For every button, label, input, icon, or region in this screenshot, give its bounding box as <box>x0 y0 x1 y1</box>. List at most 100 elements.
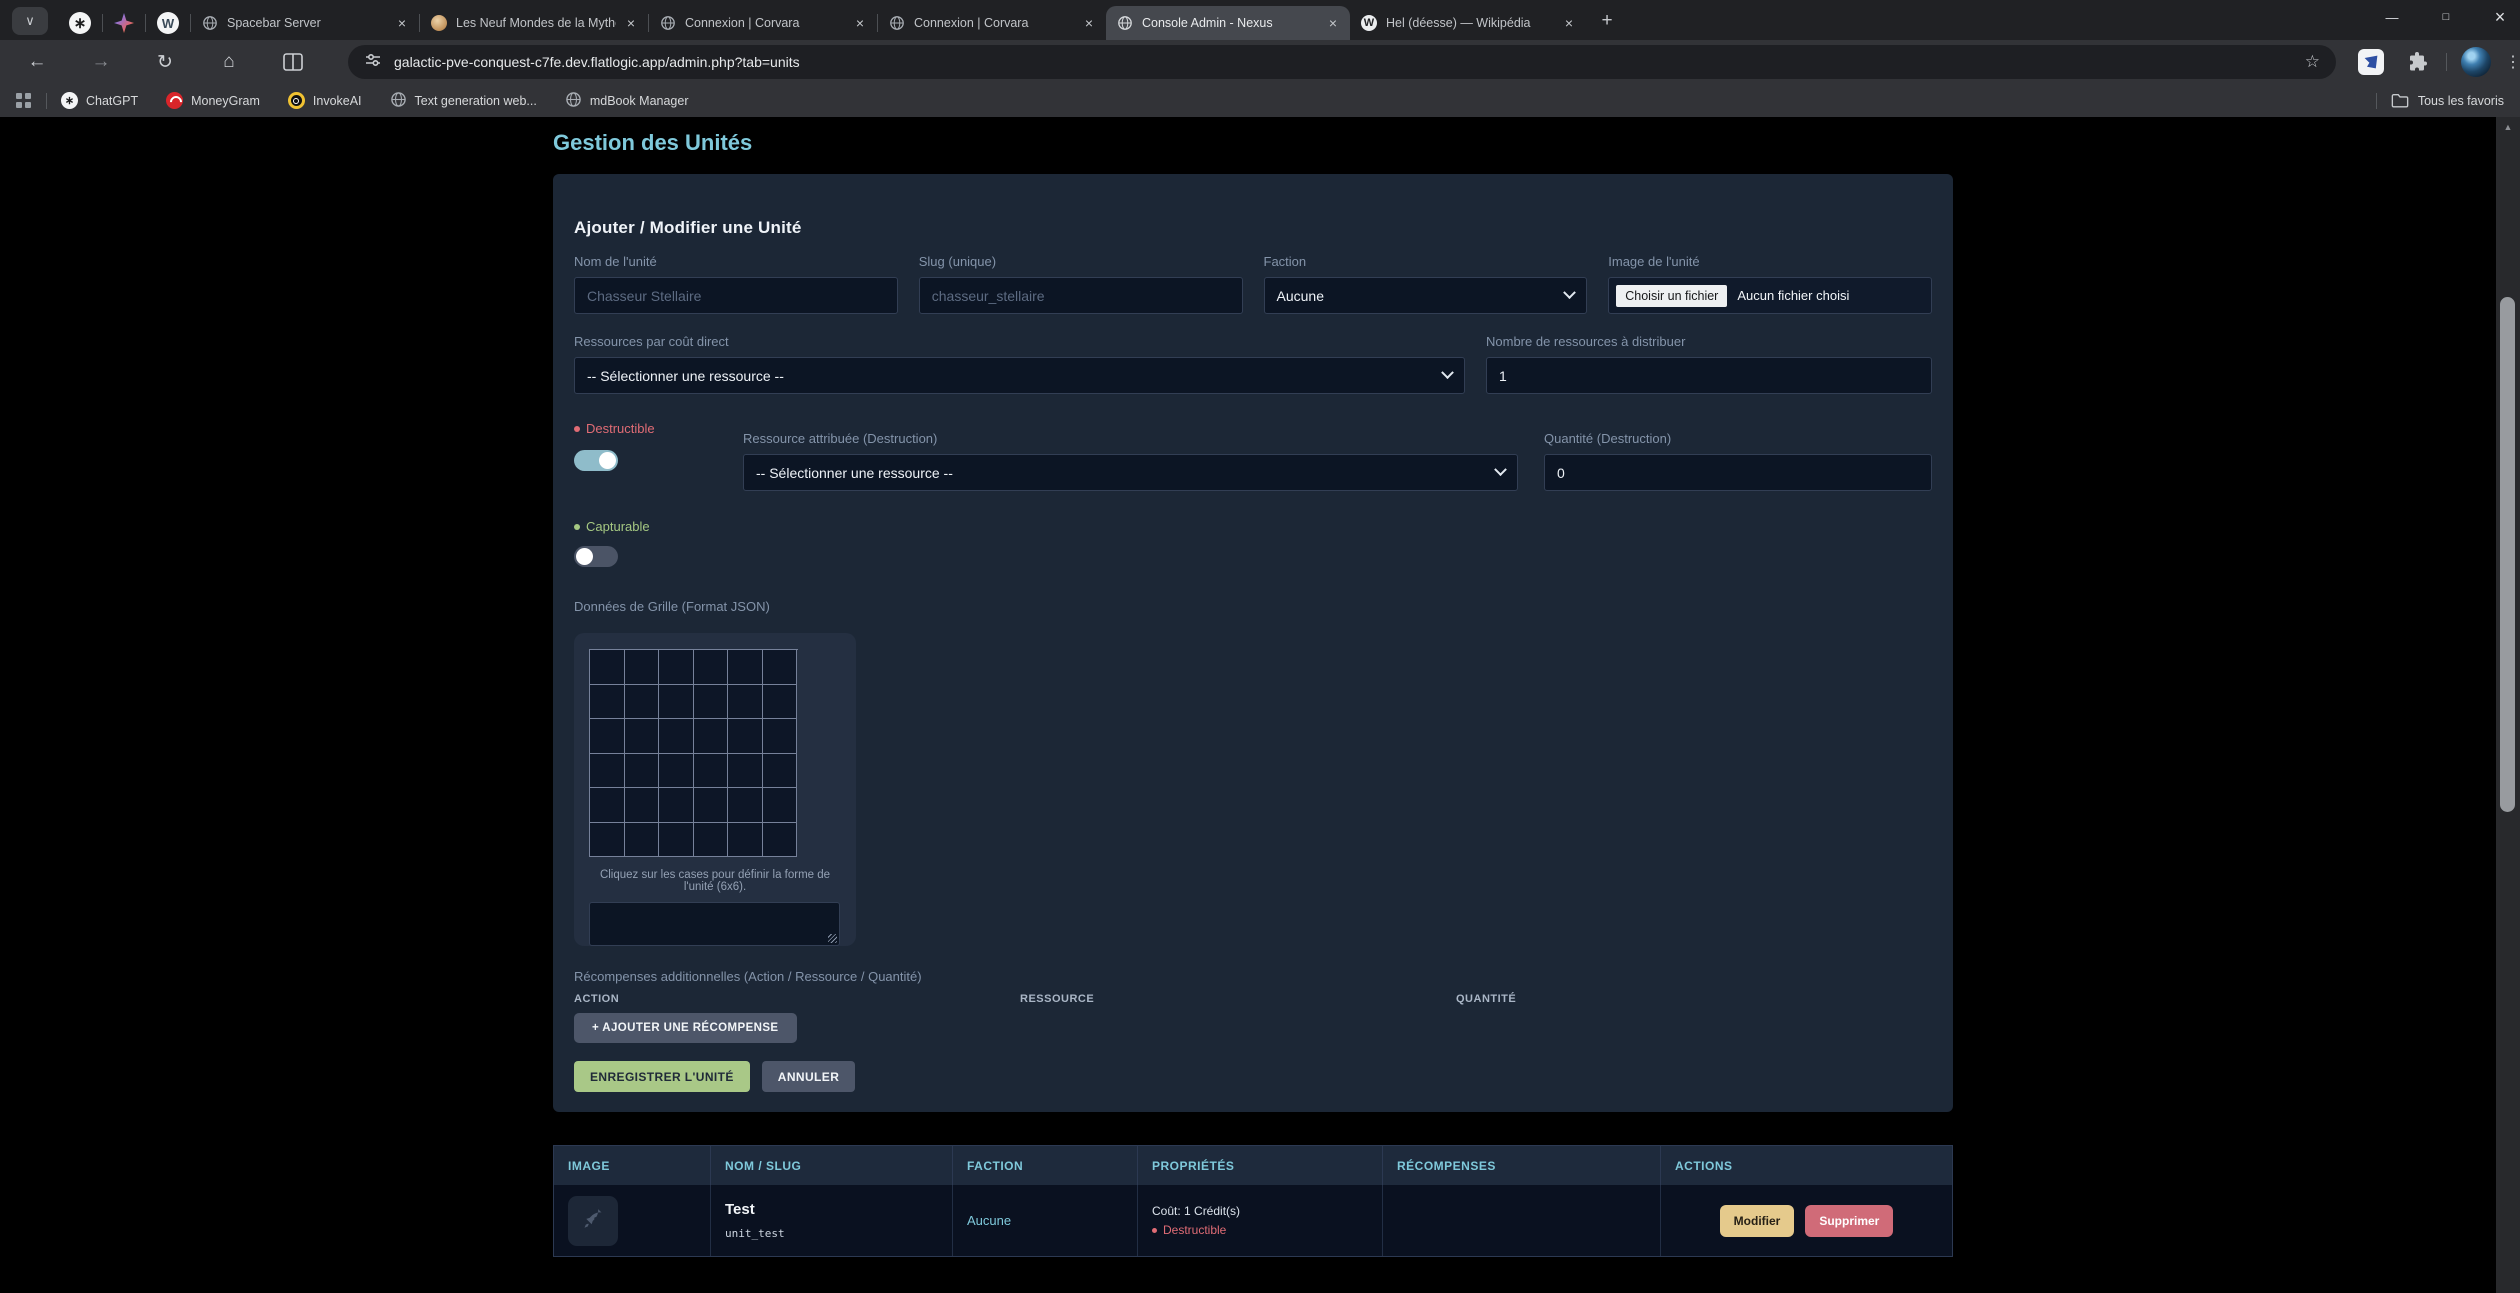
grid-cell[interactable] <box>625 685 660 720</box>
address-bar[interactable]: galactic-pve-conquest-c7fe.dev.flatlogic… <box>348 45 2336 79</box>
pinned-tab-wordpress[interactable]: W <box>146 6 190 40</box>
grid-cell[interactable] <box>590 685 625 720</box>
grid-cell[interactable] <box>728 788 763 823</box>
destructible-toggle[interactable] <box>574 450 618 471</box>
grid-cell[interactable] <box>728 719 763 754</box>
grid-cell[interactable] <box>694 685 729 720</box>
grid-cell[interactable] <box>590 788 625 823</box>
units-table: IMAGE NOM / SLUG FACTION PROPRIÉTÉS RÉCO… <box>553 1145 1953 1257</box>
browser-tab-connexion-1[interactable]: Connexion | Corvara × <box>649 6 877 40</box>
browser-tab-spacebar[interactable]: Spacebar Server × <box>191 6 419 40</box>
grid-cell[interactable] <box>659 719 694 754</box>
grid-cell[interactable] <box>590 650 625 685</box>
grid-cell[interactable] <box>590 719 625 754</box>
capturable-toggle[interactable] <box>574 546 618 567</box>
scrollbar-thumb[interactable] <box>2500 297 2515 812</box>
col-header-rewards: RÉCOMPENSES <box>1383 1146 1661 1185</box>
close-icon[interactable]: × <box>851 14 869 32</box>
bookmark-mdbook[interactable]: mdBook Manager <box>565 91 689 111</box>
extension-icon[interactable] <box>2358 49 2384 75</box>
extensions-puzzle-icon[interactable] <box>2406 50 2430 74</box>
close-icon[interactable]: × <box>1080 14 1098 32</box>
browser-tab-connexion-2[interactable]: Connexion | Corvara × <box>878 6 1106 40</box>
save-unit-button[interactable]: ENREGISTRER L'UNITÉ <box>574 1061 750 1092</box>
all-bookmarks-button[interactable]: Tous les favoris <box>2376 93 2504 109</box>
grid-cell[interactable] <box>590 823 625 858</box>
grid-cell[interactable] <box>763 685 798 720</box>
grid-cell[interactable] <box>694 823 729 858</box>
scroll-up-icon[interactable]: ▲ <box>2496 122 2520 132</box>
pinned-tab-chatgpt[interactable]: ∗ <box>58 6 102 40</box>
grid-cell[interactable] <box>763 823 798 858</box>
destruction-qty-input[interactable] <box>1544 454 1932 491</box>
unit-name-input[interactable] <box>574 277 898 314</box>
add-reward-button[interactable]: + AJOUTER UNE RÉCOMPENSE <box>574 1013 797 1043</box>
window-close-button[interactable]: × <box>2490 7 2510 28</box>
delete-button[interactable]: Supprimer <box>1805 1205 1893 1237</box>
grid-cell[interactable] <box>625 650 660 685</box>
reading-list-icon[interactable] <box>280 49 306 75</box>
bookmark-star-icon[interactable]: ☆ <box>2305 52 2320 72</box>
tab-search-button[interactable]: ∨ <box>12 7 48 35</box>
grid-cell[interactable] <box>694 719 729 754</box>
modify-button[interactable]: Modifier <box>1720 1205 1795 1237</box>
browser-menu-button[interactable]: ⋮ <box>2505 52 2520 72</box>
grid-cell[interactable] <box>659 685 694 720</box>
grid-cell[interactable] <box>763 788 798 823</box>
choose-file-button[interactable]: Choisir un fichier <box>1616 285 1727 307</box>
grid-cell[interactable] <box>659 823 694 858</box>
url-text[interactable]: galactic-pve-conquest-c7fe.dev.flatlogic… <box>394 54 800 70</box>
home-button[interactable]: ⌂ <box>216 49 242 75</box>
close-icon[interactable]: × <box>622 14 640 32</box>
grid-cell[interactable] <box>694 650 729 685</box>
grid-cell[interactable] <box>659 650 694 685</box>
openai-icon: ∗ <box>69 12 91 34</box>
grid-cell[interactable] <box>590 754 625 789</box>
grid-cell[interactable] <box>728 685 763 720</box>
file-input[interactable]: Choisir un fichier Aucun fichier choisi <box>1608 277 1932 314</box>
profile-avatar[interactable] <box>2461 47 2491 77</box>
grid-cell[interactable] <box>694 754 729 789</box>
cancel-button[interactable]: ANNULER <box>762 1061 855 1092</box>
destruction-resource-select[interactable]: -- Sélectionner une ressource -- <box>743 454 1518 491</box>
new-tab-button[interactable]: + <box>1592 6 1622 36</box>
bookmark-chatgpt[interactable]: ∗ChatGPT <box>61 92 138 109</box>
browser-tab-wikipedia[interactable]: W Hel (déesse) — Wikipédia × <box>1350 6 1586 40</box>
grid-cell[interactable] <box>659 788 694 823</box>
grid-cell[interactable] <box>625 788 660 823</box>
unit-slug-input[interactable] <box>919 277 1243 314</box>
grid-json-textarea[interactable] <box>589 902 840 946</box>
close-icon[interactable]: × <box>1324 14 1342 32</box>
browser-tab-console-admin-active[interactable]: Console Admin - Nexus × <box>1106 6 1350 40</box>
close-icon[interactable]: × <box>1560 14 1578 32</box>
pinned-tab-gemini[interactable] <box>103 6 145 40</box>
back-button[interactable]: ← <box>24 49 50 75</box>
grid-cell[interactable] <box>763 650 798 685</box>
grid-cell[interactable] <box>763 719 798 754</box>
grid-cell[interactable] <box>625 719 660 754</box>
distribute-count-input[interactable] <box>1486 357 1932 394</box>
apps-grid-icon[interactable] <box>16 93 32 109</box>
grid-cell[interactable] <box>625 823 660 858</box>
page-scrollbar[interactable]: ▲ <box>2496 117 2520 1293</box>
bookmark-moneygram[interactable]: MoneyGram <box>166 92 260 109</box>
site-info-icon[interactable] <box>364 51 382 74</box>
browser-tab-neuf-mondes[interactable]: Les Neuf Mondes de la Mytholo × <box>420 6 648 40</box>
forward-button[interactable]: → <box>88 49 114 75</box>
grid-cell[interactable] <box>728 754 763 789</box>
grid-cell[interactable] <box>625 754 660 789</box>
globe-favicon-icon <box>889 15 905 31</box>
grid-cell[interactable] <box>763 754 798 789</box>
grid-cell[interactable] <box>728 650 763 685</box>
maximize-button[interactable]: □ <box>2436 11 2456 23</box>
faction-select[interactable]: Aucune <box>1264 277 1588 314</box>
grid-cell[interactable] <box>694 788 729 823</box>
grid-cell[interactable] <box>659 754 694 789</box>
refresh-button[interactable]: ↻ <box>152 49 178 75</box>
close-icon[interactable]: × <box>393 14 411 32</box>
minimize-button[interactable]: — <box>2382 10 2402 25</box>
grid-cell[interactable] <box>728 823 763 858</box>
cost-resource-select[interactable]: -- Sélectionner une ressource -- <box>574 357 1465 394</box>
bookmark-invokeai[interactable]: InvokeAI <box>288 92 362 109</box>
bookmark-textgen[interactable]: Text generation web... <box>390 91 537 111</box>
